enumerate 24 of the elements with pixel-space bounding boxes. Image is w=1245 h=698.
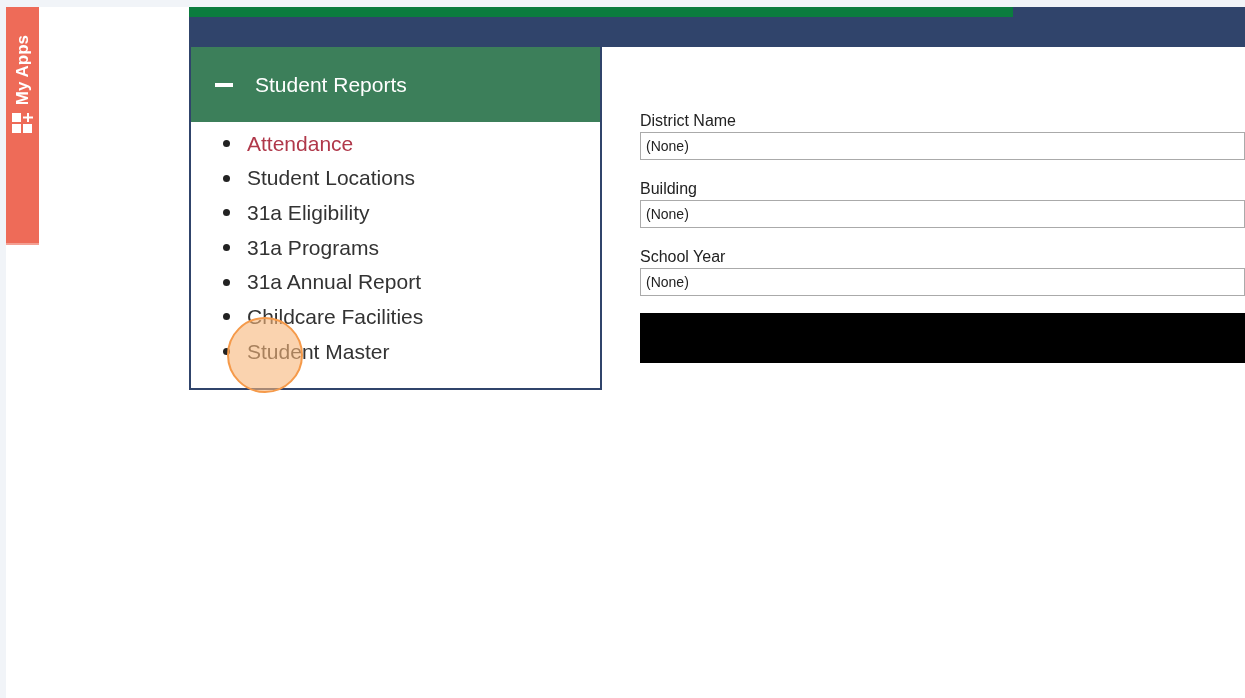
report-link[interactable]: Attendance (247, 127, 354, 160)
bullet-icon (223, 209, 230, 217)
bullet-icon (223, 313, 230, 321)
report-link[interactable]: Student Master (247, 335, 390, 368)
bullet-icon (223, 278, 230, 286)
bullet-icon (223, 174, 230, 182)
bullet-icon (223, 243, 230, 251)
report-link[interactable]: 31a Eligibility (247, 196, 370, 229)
report-link[interactable]: Childcare Facilities (247, 301, 424, 333)
report-link[interactable]: 31a Programs (247, 231, 379, 264)
minus-icon (215, 82, 233, 87)
select-field[interactable]: (None) (640, 268, 1245, 296)
field-label: School Year (640, 247, 727, 267)
bullet-icon (223, 347, 230, 355)
select-field[interactable]: (None) (640, 132, 1245, 160)
report-link[interactable]: 31a Annual Report (247, 266, 421, 298)
report-link[interactable]: Student Locations (247, 162, 416, 194)
apps-grid-icon (11, 111, 34, 134)
bullet-icon (223, 139, 230, 147)
field-label: Building (640, 179, 698, 199)
select-field[interactable]: (None) (640, 200, 1245, 228)
panel-header[interactable]: Student Reports (191, 47, 600, 122)
panel-title: Student Reports (255, 71, 407, 98)
field-label: District Name (640, 111, 737, 131)
